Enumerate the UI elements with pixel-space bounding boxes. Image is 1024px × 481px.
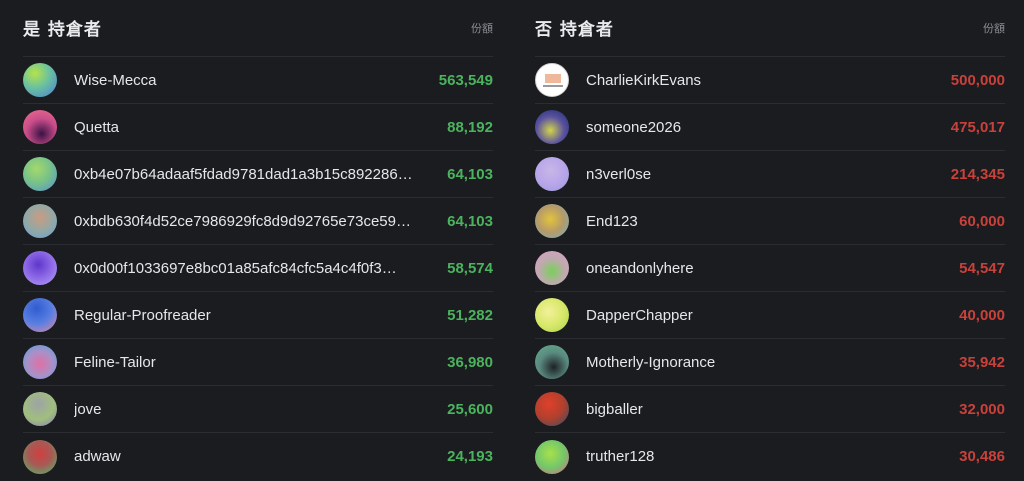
avatar[interactable]: [23, 439, 57, 474]
holder-name[interactable]: CharlieKirkEvans: [586, 72, 951, 89]
avatar[interactable]: [23, 63, 57, 97]
avatar[interactable]: [535, 157, 569, 191]
yes-holders-title: 是 持倉者: [23, 19, 102, 40]
no-holder-row[interactable]: truther128 30,486: [535, 433, 1005, 480]
holder-name[interactable]: 0xbdb630f4d52ce7986929fc8d9d92765e73ce59…: [74, 213, 447, 230]
holder-shares: 60,000: [959, 212, 1005, 230]
avatar[interactable]: [535, 392, 569, 426]
no-shares-label: 份額: [983, 22, 1005, 35]
profile-logo-text-icon: [543, 85, 563, 87]
holder-name[interactable]: n3verl0se: [586, 166, 951, 183]
holder-name[interactable]: Motherly-Ignorance: [586, 354, 959, 371]
profile-logo-icon: [545, 74, 561, 83]
holder-name[interactable]: 0xb4e07b64adaaf5fdad9781dad1a3b15c892286…: [74, 166, 447, 183]
avatar[interactable]: [23, 157, 57, 191]
no-holder-row[interactable]: DapperChapper 40,000: [535, 292, 1005, 339]
yes-holder-row[interactable]: Wise-Mecca 563,549: [23, 57, 493, 104]
holder-shares: 51,282: [447, 306, 493, 324]
holder-shares: 64,103: [447, 165, 493, 183]
avatar[interactable]: [535, 204, 569, 238]
no-holder-row[interactable]: someone2026 475,017: [535, 104, 1005, 151]
holder-name[interactable]: Feline-Tailor: [74, 354, 447, 371]
no-holder-row[interactable]: End123 60,000: [535, 198, 1005, 245]
holder-name[interactable]: Quetta: [74, 119, 447, 136]
yes-holder-row[interactable]: 0xbdb630f4d52ce7986929fc8d9d92765e73ce59…: [23, 198, 493, 245]
holder-shares: 25,600: [447, 400, 493, 418]
holder-name[interactable]: someone2026: [586, 119, 951, 136]
holder-shares: 36,980: [447, 353, 493, 371]
no-holders-title: 否 持倉者: [535, 19, 614, 40]
holder-shares: 58,574: [447, 259, 493, 277]
holder-shares: 24,193: [447, 448, 493, 465]
avatar[interactable]: [535, 63, 569, 97]
yes-holders-header: 是 持倉者 份額: [23, 0, 493, 57]
avatar[interactable]: [23, 392, 57, 426]
holder-name[interactable]: Wise-Mecca: [74, 72, 439, 89]
no-holders-column: 否 持倉者 份額 CharlieKirkEvans 500,000 someon…: [535, 0, 1005, 480]
yes-holder-row[interactable]: 0xb4e07b64adaaf5fdad9781dad1a3b15c892286…: [23, 151, 493, 198]
yes-shares-label: 份額: [471, 22, 493, 35]
yes-holder-row[interactable]: Quetta 88,192: [23, 104, 493, 151]
avatar[interactable]: [535, 298, 569, 332]
no-holders-header: 否 持倉者 份額: [535, 0, 1005, 57]
holder-name[interactable]: bigballer: [586, 401, 959, 418]
avatar[interactable]: [23, 204, 57, 238]
avatar[interactable]: [535, 110, 569, 144]
no-holder-row[interactable]: oneandonlyhere 54,547: [535, 245, 1005, 292]
no-holder-row[interactable]: Motherly-Ignorance 35,942: [535, 339, 1005, 386]
yes-holder-row[interactable]: adwaw 24,193: [23, 433, 493, 480]
holder-shares: 64,103: [447, 212, 493, 230]
yes-holder-row[interactable]: 0x0d00f1033697e8bc01a85afc84cfc5a4c4f0f3…: [23, 245, 493, 292]
holder-shares: 563,549: [438, 71, 493, 89]
avatar[interactable]: [23, 251, 57, 285]
holder-shares: 30,486: [959, 448, 1005, 465]
holder-name[interactable]: truther128: [586, 448, 959, 465]
avatar[interactable]: [23, 345, 57, 379]
holder-name[interactable]: End123: [586, 213, 959, 230]
holder-name[interactable]: DapperChapper: [586, 307, 959, 324]
holder-name[interactable]: 0x0d00f1033697e8bc01a85afc84cfc5a4c4f0f3…: [74, 260, 447, 277]
holder-shares: 54,547: [959, 259, 1005, 277]
holder-name[interactable]: Regular-Proofreader: [74, 307, 447, 324]
avatar[interactable]: [23, 298, 57, 332]
no-holder-row[interactable]: n3verl0se 214,345: [535, 151, 1005, 198]
avatar[interactable]: [535, 251, 569, 285]
holder-shares: 32,000: [959, 400, 1005, 418]
holder-shares: 88,192: [447, 118, 493, 136]
no-holder-row[interactable]: bigballer 32,000: [535, 386, 1005, 433]
holder-name[interactable]: oneandonlyhere: [586, 260, 959, 277]
avatar[interactable]: [535, 345, 569, 379]
holder-name[interactable]: jove: [74, 401, 447, 418]
holder-shares: 500,000: [950, 71, 1005, 89]
holder-shares: 475,017: [950, 118, 1005, 136]
yes-holder-row[interactable]: Feline-Tailor 36,980: [23, 339, 493, 386]
yes-holders-column: 是 持倉者 份額 Wise-Mecca 563,549 Quetta 88,19…: [23, 0, 493, 480]
holders-panel: 是 持倉者 份額 Wise-Mecca 563,549 Quetta 88,19…: [0, 0, 1024, 481]
holder-shares: 214,345: [950, 165, 1005, 183]
yes-holder-row[interactable]: jove 25,600: [23, 386, 493, 433]
avatar[interactable]: [23, 110, 57, 144]
avatar[interactable]: [535, 439, 569, 474]
no-holder-row[interactable]: CharlieKirkEvans 500,000: [535, 57, 1005, 104]
yes-holder-row[interactable]: Regular-Proofreader 51,282: [23, 292, 493, 339]
holder-shares: 35,942: [959, 353, 1005, 371]
holder-name[interactable]: adwaw: [74, 448, 447, 465]
holder-shares: 40,000: [959, 306, 1005, 324]
